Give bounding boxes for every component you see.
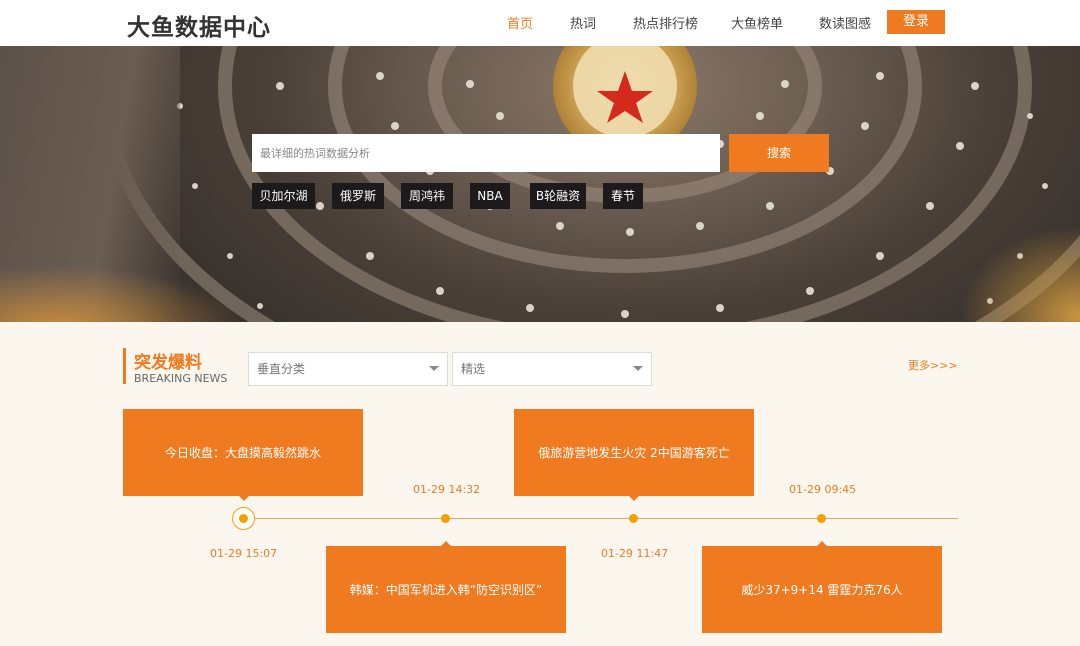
card-pointer <box>629 496 639 501</box>
news-card[interactable]: 威少37+9+14 雷霆力克76人 <box>702 546 942 633</box>
nav-item-hot-words[interactable]: 热词 <box>570 13 596 32</box>
nav-item-dayu-list[interactable]: 大鱼榜单 <box>731 13 783 32</box>
news-card[interactable]: 今日收盘：大盘摸高毅然跳水 <box>123 409 363 496</box>
top-header: 大鱼数据中心 首页 热词 热点排行榜 大鱼榜单 数读图感 登录 <box>0 0 1080 46</box>
hot-tag[interactable]: 俄罗斯 <box>332 183 384 209</box>
chevron-down-icon <box>429 366 439 371</box>
news-time: 01-29 09:45 <box>789 483 857 496</box>
hero-light-glow <box>960 226 1080 322</box>
search-button[interactable]: 搜索 <box>729 134 829 172</box>
category-select-value: 垂直分类 <box>257 362 306 376</box>
section-subtitle: BREAKING NEWS <box>134 372 228 385</box>
news-time: 01-29 15:07 <box>210 547 278 560</box>
news-headline: 俄旅游营地发生火灾 2中国游客死亡 <box>538 445 730 460</box>
search-input[interactable] <box>252 134 720 172</box>
news-headline: 威少37+9+14 雷霆力克76人 <box>741 582 903 597</box>
site-logo[interactable]: 大鱼数据中心 <box>127 8 271 42</box>
timeline-dot-inner <box>239 514 248 523</box>
nav-item-home[interactable]: 首页 <box>507 13 533 32</box>
hot-tag[interactable]: 周鸿祎 <box>401 183 453 209</box>
section-accent-bar <box>123 348 126 384</box>
nav-item-hot-ranking[interactable]: 热点排行榜 <box>633 13 698 32</box>
section-title: 突发爆料 <box>134 353 202 373</box>
hot-tag[interactable]: 春节 <box>603 183 643 209</box>
timeline-dot[interactable] <box>629 514 638 523</box>
hot-tag[interactable]: NBA <box>470 183 510 209</box>
news-card[interactable]: 俄旅游营地发生火灾 2中国游客死亡 <box>514 409 754 496</box>
news-time: 01-29 14:32 <box>413 483 481 496</box>
news-headline: 今日收盘：大盘摸高毅然跳水 <box>164 445 321 460</box>
category-select[interactable]: 垂直分类 <box>248 352 448 386</box>
featured-select[interactable]: 精选 <box>452 352 652 386</box>
timeline-dot[interactable] <box>817 514 826 523</box>
news-card[interactable]: 韩媒：中国军机进入韩“防空识别区” <box>326 546 566 633</box>
nav-item-data-graphics[interactable]: 数读图感 <box>819 13 871 32</box>
login-button[interactable]: 登录 <box>887 10 945 34</box>
timeline-dot[interactable] <box>441 514 450 523</box>
featured-select-value: 精选 <box>461 362 486 376</box>
news-headline: 韩媒：中国军机进入韩“防空识别区” <box>349 582 543 597</box>
card-pointer <box>239 496 249 501</box>
news-time: 01-29 11:47 <box>601 547 669 560</box>
hot-tag[interactable]: 贝加尔湖 <box>252 183 315 209</box>
chevron-down-icon <box>633 366 643 371</box>
hot-tag[interactable]: B轮融资 <box>530 183 586 209</box>
hero-light-glow <box>0 266 260 322</box>
more-link[interactable]: 更多>>> <box>908 357 958 373</box>
timeline-line <box>244 518 958 519</box>
